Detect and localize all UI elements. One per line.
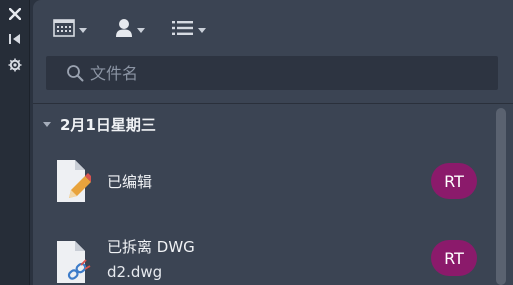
date-group-title: 2月1日星期三	[60, 115, 156, 134]
scrollbar-thumb[interactable]	[496, 108, 506, 285]
chevron-down-icon	[198, 27, 206, 33]
app-root: 2月1日星期三 已编辑 RT	[0, 0, 513, 285]
search-icon	[66, 64, 84, 82]
edited-document-icon	[55, 158, 94, 204]
calendar-view-icon	[53, 19, 75, 41]
settings-icon[interactable]	[7, 57, 23, 73]
close-icon[interactable]	[7, 6, 23, 22]
avatar: RT	[431, 240, 477, 276]
list-item[interactable]: 已拆离 DWG d2.dwg RT	[33, 228, 493, 285]
pin-icon[interactable]	[7, 31, 23, 47]
item-title: 已拆离 DWG	[107, 238, 195, 256]
panel-toolbar	[33, 0, 513, 50]
calendar-view-button[interactable]	[53, 18, 87, 42]
search-box[interactable]	[46, 56, 498, 90]
list-view-icon	[172, 20, 194, 40]
user-filter-icon	[115, 18, 133, 42]
chevron-down-icon	[43, 121, 51, 127]
divider	[33, 103, 513, 104]
search-input[interactable]	[90, 58, 490, 88]
avatar: RT	[431, 163, 477, 199]
detached-dwg-icon	[55, 239, 91, 285]
item-title: 已编辑	[107, 173, 153, 191]
chevron-down-icon	[79, 27, 87, 33]
list-item[interactable]: 已编辑 RT	[33, 150, 493, 212]
history-panel: 2月1日星期三 已编辑 RT	[33, 0, 513, 285]
user-filter-button[interactable]	[115, 18, 145, 42]
chevron-down-icon	[137, 27, 145, 33]
list-view-button[interactable]	[172, 18, 206, 42]
date-group-header[interactable]: 2月1日星期三	[43, 112, 156, 136]
vertical-scrollbar[interactable]	[495, 108, 507, 285]
item-filename: d2.dwg	[107, 263, 163, 281]
left-toolstrip	[0, 0, 30, 285]
